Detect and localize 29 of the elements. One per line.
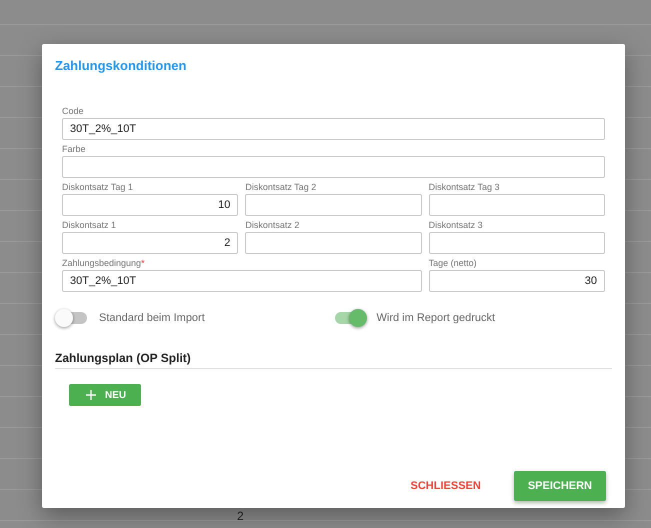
dialog-title: Zahlungskonditionen (55, 58, 188, 74)
field-label: Diskontsatz Tag 1 (62, 182, 134, 193)
input-field[interactable] (428, 194, 605, 216)
input-field[interactable] (245, 232, 422, 254)
toggle-label: Standard beim Import (99, 312, 205, 324)
field-label: Diskontsatz Tag 3 (428, 182, 501, 193)
field-label: Diskontsatz 1 (62, 220, 118, 231)
toggle-switch[interactable] (334, 312, 364, 324)
toggle-switch[interactable] (57, 312, 87, 324)
plus-icon (86, 390, 96, 400)
input-field[interactable]: 30T_2%_10T (62, 118, 605, 140)
field-label: Diskontsatz Tag 2 (245, 182, 318, 193)
field-label: Farbe (62, 144, 87, 155)
input-field[interactable]: 30 (428, 270, 605, 292)
field-label: Diskontsatz 3 (428, 220, 484, 231)
field-label: Diskontsatz 2 (245, 220, 300, 231)
input-field[interactable] (62, 156, 605, 178)
field-label: Tage (netto) (428, 258, 478, 269)
toggle-label: Wird im Report gedruckt (376, 312, 496, 324)
input-field[interactable] (245, 194, 422, 216)
page-number: 2 (237, 509, 244, 523)
close-button[interactable]: SCHLIESSEN (396, 471, 495, 501)
input-field[interactable] (428, 232, 605, 254)
section-title: Zahlungsplan (OP Split) (55, 350, 192, 366)
input-field[interactable]: 30T_2%_10T (62, 270, 422, 292)
input-field[interactable]: 10 (62, 194, 238, 216)
field-label: Code (62, 106, 85, 117)
input-field[interactable]: 2 (62, 232, 238, 254)
field-label: Zahlungsbedingung* (62, 258, 146, 269)
